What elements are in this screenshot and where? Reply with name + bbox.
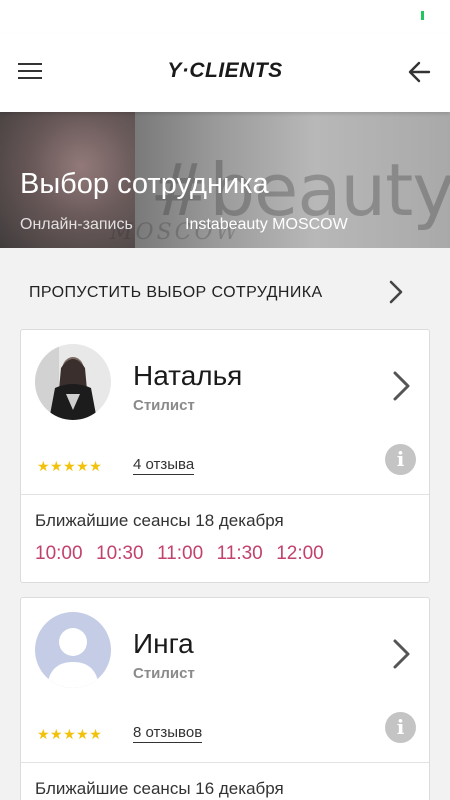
back-arrow-icon[interactable] [405,58,435,86]
time-slot-button[interactable]: 11:00 [157,543,203,565]
staff-card[interactable]: Наталья Стилист ★★★★★ 4 отзыва i Ближайш… [20,329,430,583]
app-logo: Y·CLIENTS [167,59,283,82]
status-bar [0,0,450,34]
staff-role: Стилист [133,397,195,414]
card-divider [21,762,429,763]
card-divider [21,494,429,495]
reviews-link[interactable]: 8 отзывов [133,724,203,743]
chevron-right-icon [389,280,403,304]
time-slots: 10:00 10:30 11:00 11:30 12:00 [35,543,333,565]
staff-name: Инга [133,628,194,659]
time-slot-button[interactable]: 11:30 [217,543,263,565]
nearest-sessions-label: Ближайшие сеансы 18 декабря [35,511,284,530]
page-title: Выбор сотрудника [20,168,269,200]
staff-card[interactable]: Инга Стилист ★★★★★ 8 отзывов i Ближайшие… [20,597,430,800]
hero-banner: #beauty MOSCOW Выбор сотрудника Онлайн-з… [0,112,450,248]
info-icon[interactable]: i [385,444,416,475]
app-header: Y·CLIENTS [0,34,450,112]
staff-avatar [35,344,111,420]
info-icon[interactable]: i [385,712,416,743]
time-slot-button[interactable]: 12:00 [276,543,324,565]
nearest-sessions-label: Ближайшие сеансы 16 декабря [35,779,284,798]
rating-stars-icon: ★★★★★ [37,726,103,742]
chevron-right-icon[interactable] [389,636,415,672]
chevron-right-icon[interactable] [389,368,415,404]
staff-role: Стилист [133,665,195,682]
staff-avatar-placeholder [35,612,111,688]
signal-indicator-icon [421,11,424,20]
time-slot-button[interactable]: 10:30 [96,543,144,565]
reviews-link[interactable]: 4 отзыва [133,456,195,475]
salon-name: Instabeauty MOSCOW [185,216,348,233]
rating-stars-icon: ★★★★★ [37,458,103,474]
skip-staff-selection-label: ПРОПУСТИТЬ ВЫБОР СОТРУДНИКА [29,284,323,301]
staff-name: Наталья [133,360,243,391]
skip-staff-selection-button[interactable]: ПРОПУСТИТЬ ВЫБОР СОТРУДНИКА [0,268,450,316]
page-subtitle: Онлайн-запись [20,216,133,233]
time-slot-button[interactable]: 10:00 [35,543,83,565]
